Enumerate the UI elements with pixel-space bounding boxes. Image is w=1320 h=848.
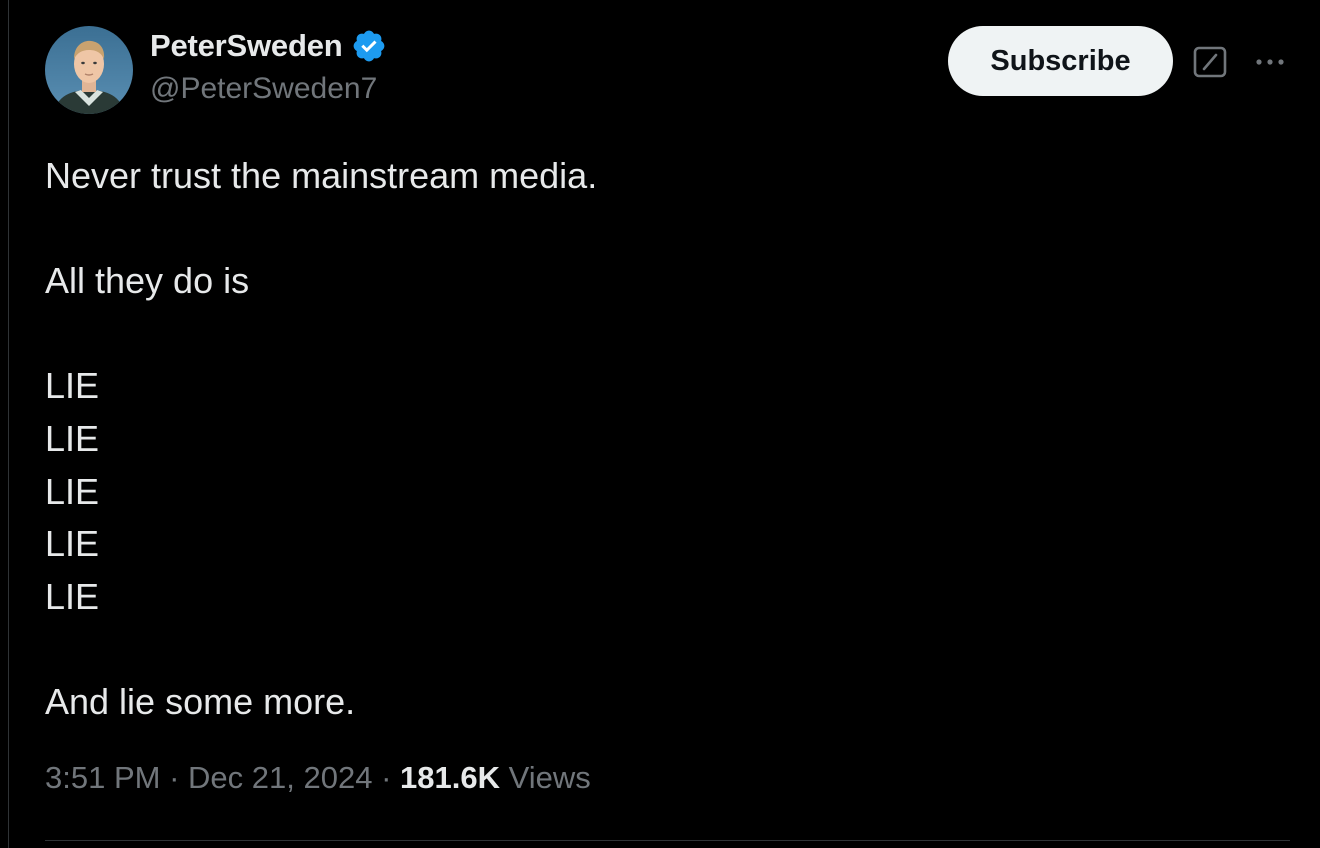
tweet-line bbox=[45, 623, 1285, 676]
meta-separator: · bbox=[381, 760, 392, 795]
tweet-line bbox=[45, 308, 1285, 361]
tweet-text: Never trust the mainstream media. All th… bbox=[45, 150, 1285, 729]
tweet-line: LIE bbox=[45, 417, 100, 459]
meta-separator: · bbox=[169, 760, 180, 795]
left-divider bbox=[8, 0, 9, 848]
bottom-divider bbox=[45, 840, 1290, 841]
grok-icon[interactable] bbox=[1193, 46, 1227, 78]
tweet-time[interactable]: 3:51 PM bbox=[45, 760, 160, 795]
tweet: PeterSweden @PeterSweden7 Subscribe Neve… bbox=[45, 0, 1290, 848]
author-handle[interactable]: @PeterSweden7 bbox=[150, 72, 377, 106]
views-label: Views bbox=[508, 760, 591, 795]
verified-badge-icon[interactable] bbox=[351, 28, 387, 64]
tweet-line: LIE bbox=[45, 470, 100, 512]
tweet-line: LIE bbox=[45, 523, 100, 565]
author-display-name[interactable]: PeterSweden bbox=[150, 28, 343, 64]
tweet-line bbox=[45, 203, 1285, 256]
tweet-meta: 3:51 PM · Dec 21, 2024 · 181.6K Views bbox=[45, 760, 591, 796]
avatar[interactable] bbox=[45, 26, 133, 114]
author-name-row[interactable]: PeterSweden bbox=[150, 28, 387, 64]
subscribe-button[interactable]: Subscribe bbox=[948, 26, 1173, 96]
tweet-line: LIE bbox=[45, 365, 100, 407]
tweet-line: LIE bbox=[45, 575, 100, 617]
tweet-line: All they do is bbox=[45, 260, 250, 302]
tweet-line: Never trust the mainstream media. bbox=[45, 155, 598, 196]
views-count[interactable]: 181.6K bbox=[400, 760, 500, 795]
profile-photo-icon bbox=[45, 26, 133, 114]
tweet-date[interactable]: Dec 21, 2024 bbox=[188, 760, 372, 795]
more-icon[interactable] bbox=[1253, 52, 1287, 72]
tweet-line: And lie some more. bbox=[45, 680, 356, 722]
